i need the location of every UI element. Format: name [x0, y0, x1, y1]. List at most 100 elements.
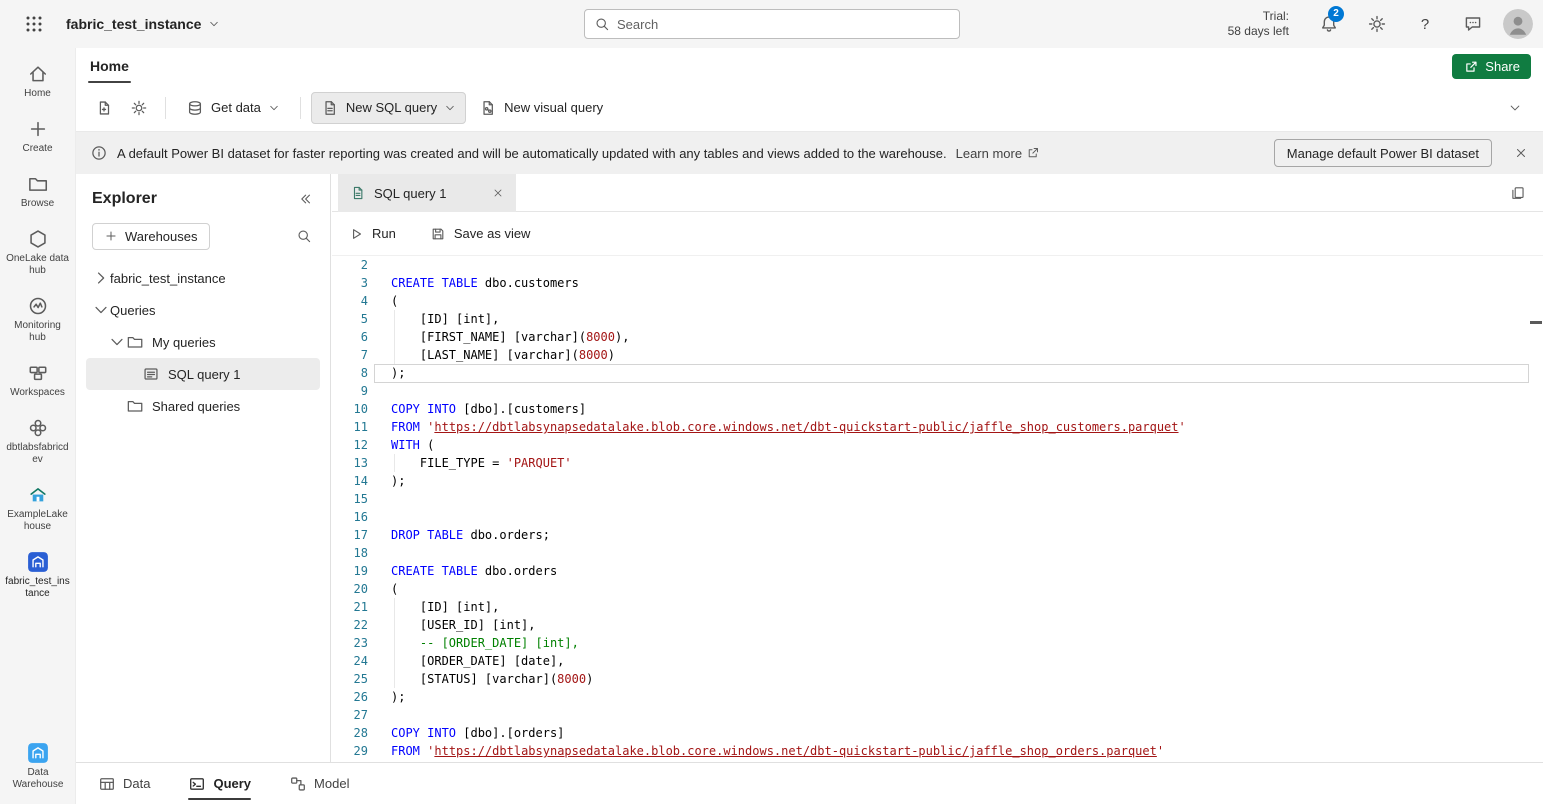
- tab-sql-query-1[interactable]: SQL query 1: [338, 174, 516, 212]
- code-line-17[interactable]: 17DROP TABLE dbo.orders;: [332, 526, 1529, 544]
- code-line-7[interactable]: 7 [LAST_NAME] [varchar](8000): [332, 346, 1529, 364]
- add-warehouses-button[interactable]: Warehouses: [92, 223, 210, 250]
- code-line-28[interactable]: 28COPY INTO [dbo].[orders]: [332, 724, 1529, 742]
- run-button[interactable]: Run: [348, 226, 396, 242]
- code-line-13[interactable]: 13 FILE_TYPE = 'PARQUET': [332, 454, 1529, 472]
- chevron-down-icon[interactable]: [92, 303, 110, 317]
- rail-item-dbtlabsfabricdev[interactable]: dbtlabsfabricdev: [2, 410, 74, 473]
- divider: [300, 97, 301, 119]
- chevron-down-icon[interactable]: [108, 335, 126, 349]
- code-line-14[interactable]: 14);: [332, 472, 1529, 490]
- code-line-12[interactable]: 12WITH (: [332, 436, 1529, 454]
- overview-ruler-mark: [1530, 321, 1542, 324]
- view-switch-data[interactable]: Data: [98, 763, 150, 804]
- collapse-explorer-button[interactable]: [292, 186, 318, 212]
- tab-home[interactable]: Home: [84, 48, 135, 84]
- code-line-6[interactable]: 6 [FIRST_NAME] [varchar](8000),: [332, 328, 1529, 346]
- code-line-3[interactable]: 3CREATE TABLE dbo.customers: [332, 274, 1529, 292]
- rail-item-label: fabric_test_instance: [5, 576, 71, 600]
- code-line-4[interactable]: 4(: [332, 292, 1529, 310]
- tree-item-fabric-test-instance[interactable]: fabric_test_instance: [86, 262, 320, 294]
- manage-dataset-button[interactable]: Manage default Power BI dataset: [1274, 139, 1492, 167]
- code-line-2[interactable]: 2: [332, 256, 1529, 274]
- code-line-27[interactable]: 27: [332, 706, 1529, 724]
- code-line-18[interactable]: 18: [332, 544, 1529, 562]
- sql-doc-icon: [142, 365, 160, 383]
- explorer-search-button[interactable]: [290, 222, 318, 250]
- view-switch-label: Model: [314, 776, 349, 791]
- search-box[interactable]: [584, 9, 960, 39]
- tree-item-sql-query-1[interactable]: SQL query 1: [86, 358, 320, 390]
- code-line-16[interactable]: 16: [332, 508, 1529, 526]
- new-visual-query-label: New visual query: [504, 100, 603, 115]
- feedback-button[interactable]: [1449, 1, 1497, 47]
- help-button[interactable]: ?: [1401, 1, 1449, 47]
- notifications-button[interactable]: 2: [1305, 1, 1353, 47]
- copy-button[interactable]: [1507, 182, 1529, 204]
- code-line-11[interactable]: 11FROM 'https://dbtlabsynapsedatalake.bl…: [332, 418, 1529, 436]
- warehouse-settings-button[interactable]: [123, 92, 155, 124]
- rail-item-examplelakehouse[interactable]: ExampleLakehouse: [2, 477, 74, 540]
- collapse-ribbon-button[interactable]: [1501, 94, 1529, 122]
- topbar-actions: Trial: 58 days left 2 ?: [1228, 0, 1533, 48]
- play-icon: [348, 226, 364, 242]
- view-switch-query[interactable]: Query: [188, 763, 251, 804]
- trial-label: Trial:: [1228, 9, 1289, 24]
- tree-item-shared-queries[interactable]: Shared queries: [86, 390, 320, 422]
- rail-item-monitoring-hub[interactable]: Monitoring hub: [2, 288, 74, 351]
- rail-item-browse[interactable]: Browse: [2, 166, 74, 217]
- tree-item-my-queries[interactable]: My queries: [86, 326, 320, 358]
- code-line-10[interactable]: 10COPY INTO [dbo].[customers]: [332, 400, 1529, 418]
- gear-icon: [130, 99, 148, 117]
- query-tabbar: SQL query 1: [332, 174, 1543, 212]
- code-line-26[interactable]: 26);: [332, 688, 1529, 706]
- line-number: 14: [332, 472, 368, 490]
- chevron-right-icon[interactable]: [92, 271, 110, 285]
- app-launcher-button[interactable]: [20, 10, 48, 38]
- learn-more-link[interactable]: Learn more: [956, 146, 1040, 161]
- code-text: FILE_TYPE = 'PARQUET': [391, 454, 572, 472]
- code-line-15[interactable]: 15: [332, 490, 1529, 508]
- rail-item-workspaces[interactable]: Workspaces: [2, 355, 74, 406]
- new-item-button[interactable]: [88, 92, 120, 124]
- account-avatar[interactable]: [1503, 9, 1533, 39]
- view-switch-model[interactable]: Model: [289, 763, 349, 804]
- code-line-9[interactable]: 9: [332, 382, 1529, 400]
- line-number: 24: [332, 652, 368, 670]
- new-sql-query-button[interactable]: New SQL query: [311, 92, 466, 124]
- share-button[interactable]: Share: [1452, 54, 1531, 79]
- code-line-22[interactable]: 22 [USER_ID] [int],: [332, 616, 1529, 634]
- code-line-24[interactable]: 24 [ORDER_DATE] [date],: [332, 652, 1529, 670]
- rail-item-data-warehouse[interactable]: Data Warehouse: [2, 735, 74, 798]
- code-line-19[interactable]: 19CREATE TABLE dbo.orders: [332, 562, 1529, 580]
- rail-item-onelake-data-hub[interactable]: OneLake data hub: [2, 221, 74, 284]
- rail-item-create[interactable]: Create: [2, 111, 74, 162]
- save-as-view-button[interactable]: Save as view: [430, 226, 531, 242]
- workspaces-icon: [27, 362, 49, 384]
- rail-item-home[interactable]: Home: [2, 56, 74, 107]
- search-input[interactable]: [617, 17, 950, 32]
- rail-item-label: dbtlabsfabricdev: [5, 442, 71, 466]
- code-line-5[interactable]: 5 [ID] [int],: [332, 310, 1529, 328]
- left-rail-items: HomeCreateBrowseOneLake data hubMonitori…: [0, 48, 75, 607]
- line-number: 7: [332, 346, 368, 364]
- code-line-21[interactable]: 21 [ID] [int],: [332, 598, 1529, 616]
- code-line-25[interactable]: 25 [STATUS] [varchar](8000): [332, 670, 1529, 688]
- tree-item-queries[interactable]: Queries: [86, 294, 320, 326]
- workspace-switcher[interactable]: fabric_test_instance: [58, 0, 228, 48]
- tab-close-button[interactable]: [488, 183, 508, 203]
- tree-item-label: Queries: [110, 303, 156, 318]
- svg-text:?: ?: [1421, 16, 1429, 33]
- code-line-20[interactable]: 20(: [332, 580, 1529, 598]
- code-text: CREATE TABLE dbo.orders: [391, 562, 557, 580]
- sql-editor[interactable]: 23CREATE TABLE dbo.customers4(5 [ID] [in…: [332, 256, 1543, 762]
- new-visual-query-button[interactable]: New visual query: [469, 92, 613, 124]
- get-data-button[interactable]: Get data: [176, 92, 290, 124]
- code-line-8[interactable]: 8);: [332, 364, 1529, 382]
- rail-item-fabric-test-instance[interactable]: fabric_test_instance: [2, 544, 74, 607]
- share-label: Share: [1485, 59, 1520, 74]
- code-line-29[interactable]: 29FROM 'https://dbtlabsynapsedatalake.bl…: [332, 742, 1529, 760]
- banner-close-button[interactable]: [1507, 139, 1535, 167]
- settings-button[interactable]: [1353, 1, 1401, 47]
- code-line-23[interactable]: 23 -- [ORDER_DATE] [int],: [332, 634, 1529, 652]
